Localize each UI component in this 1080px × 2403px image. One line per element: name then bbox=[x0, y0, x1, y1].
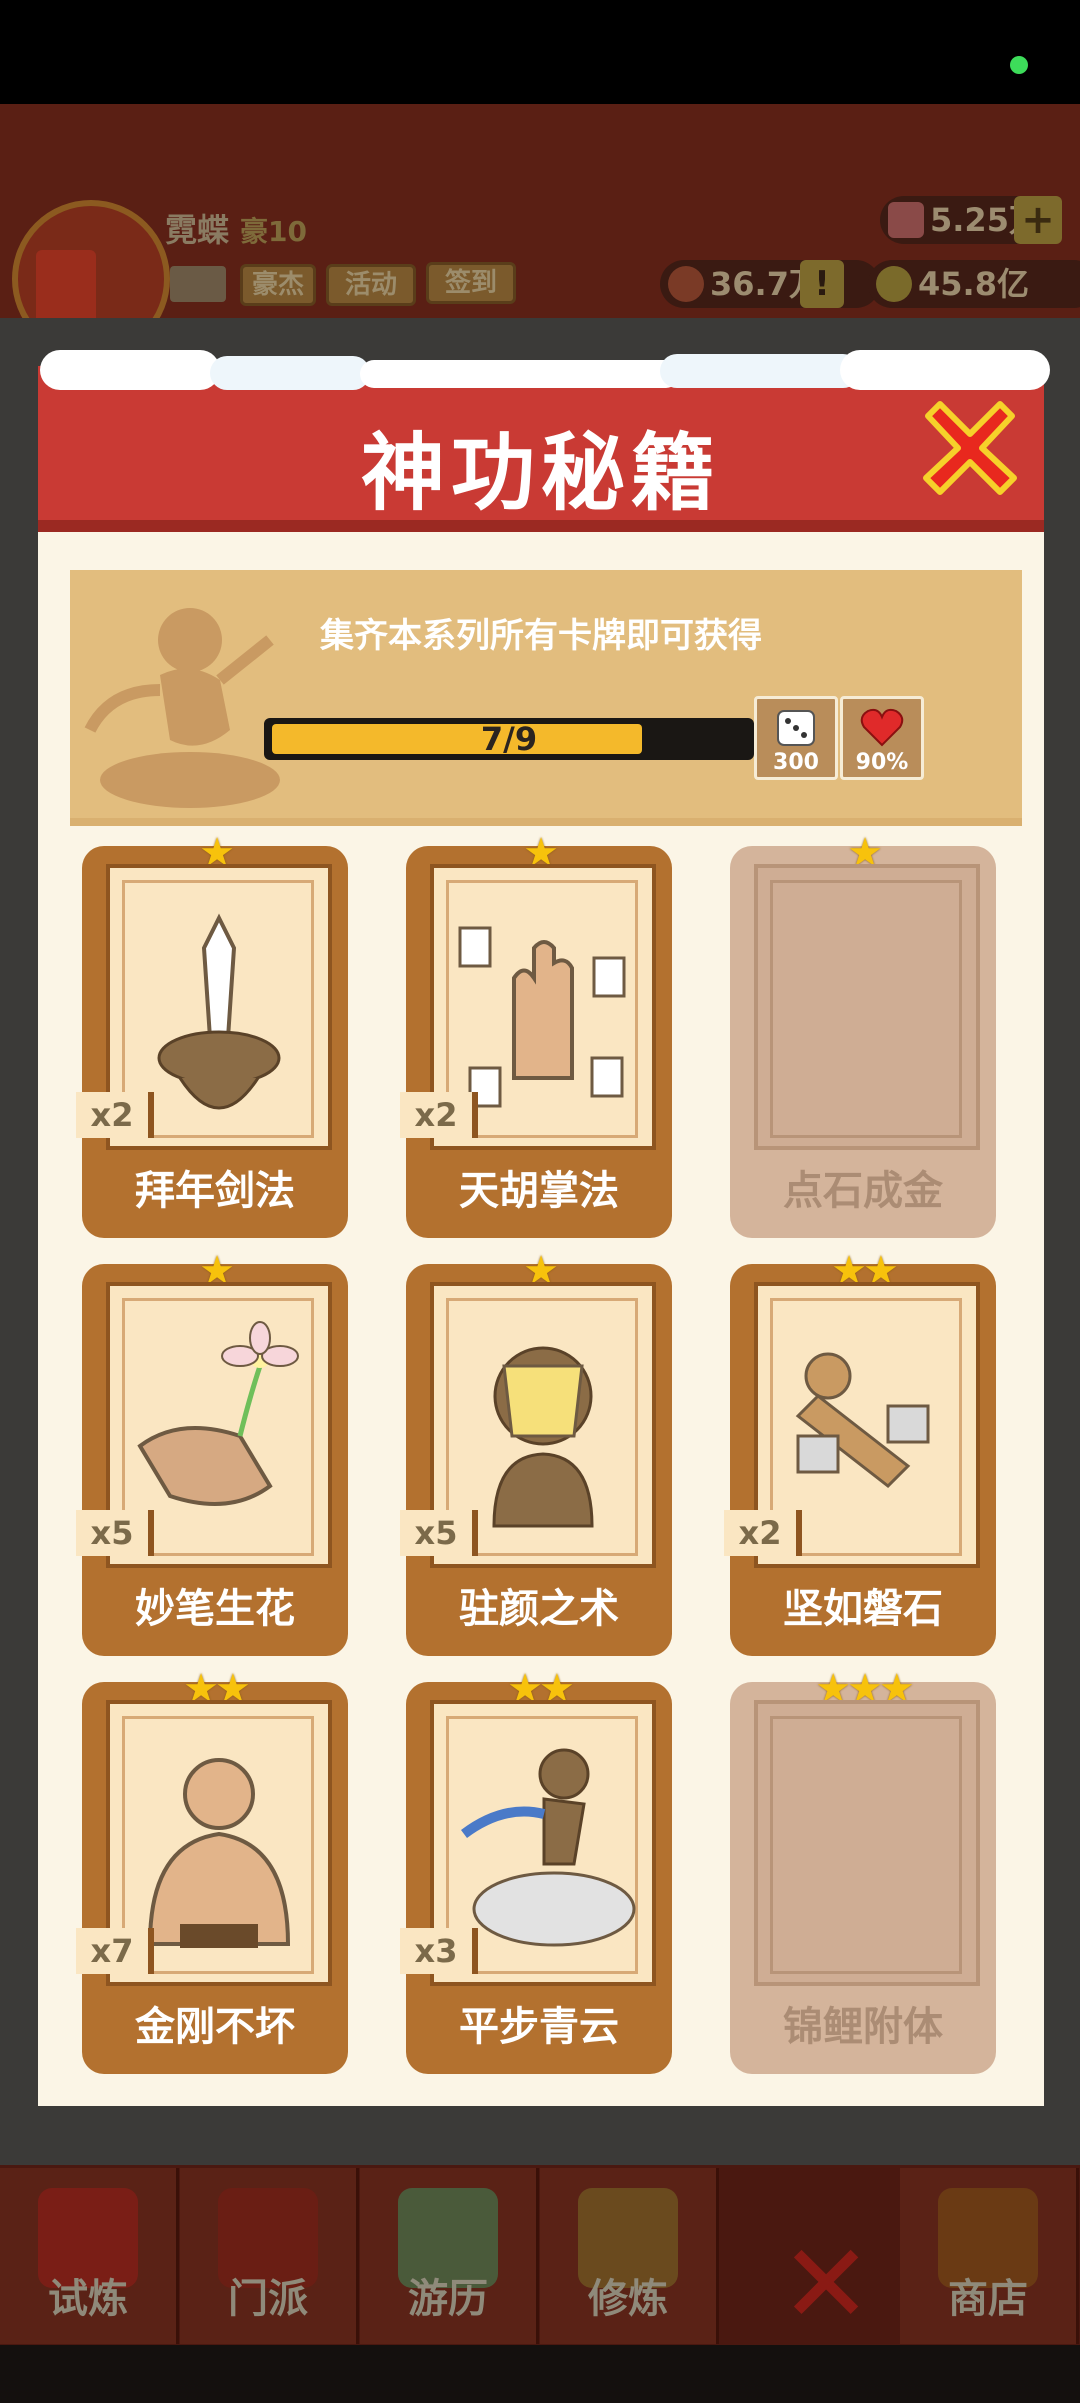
add-gems-button[interactable]: + bbox=[1014, 196, 1062, 244]
status-indicator-dot bbox=[1010, 56, 1028, 74]
rank-button[interactable]: 豪杰 bbox=[240, 264, 316, 306]
player-rank: 豪10 bbox=[240, 215, 307, 248]
card-frame bbox=[754, 1700, 980, 1986]
nav-label: 游历 bbox=[408, 2276, 488, 2322]
card-jianru-panshi[interactable]: ★★ x2 坚如磐石 bbox=[724, 1248, 996, 1656]
power-balance: 36.7万 bbox=[660, 260, 880, 308]
player-name: 霓蝶 bbox=[165, 211, 230, 249]
card-count: x5 bbox=[400, 1510, 478, 1556]
card-count: x2 bbox=[76, 1092, 154, 1138]
card-jingang-buhuai[interactable]: ★★ x7 金刚不坏 bbox=[76, 1666, 348, 2074]
nav-label: 修炼 bbox=[588, 2276, 668, 2322]
snow-decoration bbox=[40, 350, 220, 390]
card-tianhu-palm[interactable]: ★ x2 天胡掌法 bbox=[400, 830, 672, 1238]
nav-label: 试炼 bbox=[48, 2276, 128, 2322]
system-nav-bar bbox=[0, 2345, 1080, 2403]
reward-heart[interactable]: 90% bbox=[840, 696, 924, 780]
reward-dice[interactable]: 300 bbox=[754, 696, 838, 780]
nav-label: 门派 bbox=[228, 2276, 308, 2322]
close-icon bbox=[923, 401, 1017, 495]
card-title: 拜年剑法 bbox=[135, 1168, 295, 1214]
nav-item-shop[interactable]: 商店 bbox=[900, 2168, 1079, 2344]
reward-label: 90% bbox=[855, 750, 909, 775]
gold-coin-icon bbox=[876, 266, 912, 302]
modal-title: 神功秘籍 bbox=[360, 424, 721, 522]
snow-decoration bbox=[210, 356, 370, 390]
card-count: x3 bbox=[400, 1928, 478, 1974]
signin-button[interactable]: 签到 bbox=[426, 262, 516, 304]
nav-item-sect[interactable]: 门派 bbox=[180, 2168, 359, 2344]
nav-label: 商店 bbox=[948, 2276, 1028, 2322]
gem-icon bbox=[888, 202, 924, 238]
dice-icon bbox=[777, 710, 815, 746]
card-count: x5 bbox=[76, 1510, 154, 1556]
status-bar bbox=[0, 0, 1080, 104]
nav-item-travel[interactable]: 游历 bbox=[360, 2168, 539, 2344]
card-title: 天胡掌法 bbox=[459, 1168, 619, 1214]
nav-item-cultivate[interactable]: 修炼 bbox=[540, 2168, 719, 2344]
card-miaobi-shenghua[interactable]: ★ x5 妙笔生花 bbox=[76, 1248, 348, 1656]
snow-decoration bbox=[840, 350, 1050, 390]
card-border bbox=[770, 880, 962, 1138]
card-title: 妙笔生花 bbox=[135, 1586, 295, 1632]
nav-item-trial[interactable]: 试炼 bbox=[0, 2168, 179, 2344]
card-title: 坚如磐石 bbox=[783, 1586, 943, 1632]
card-frame bbox=[754, 864, 980, 1150]
card-pingbu-qingyun[interactable]: ★★ x3 平步青云 bbox=[400, 1666, 672, 2074]
snow-decoration bbox=[360, 360, 680, 388]
power-icon bbox=[668, 266, 704, 302]
card-border bbox=[770, 1716, 962, 1974]
reward-label: 300 bbox=[773, 750, 819, 775]
alert-button[interactable]: ! bbox=[800, 260, 844, 308]
card-title: 锦鲤附体 bbox=[783, 2004, 943, 2050]
mail-icon[interactable] bbox=[170, 266, 226, 302]
gold-balance: 45.8亿 bbox=[868, 260, 1080, 308]
card-zhuyan-zhishu[interactable]: ★ x5 驻颜之术 bbox=[400, 1248, 672, 1656]
card-title: 驻颜之术 bbox=[459, 1586, 619, 1632]
banner-text: 集齐本系列所有卡牌即可获得 bbox=[320, 616, 762, 656]
heart-icon bbox=[860, 708, 904, 747]
card-title: 点石成金 bbox=[783, 1168, 943, 1214]
close-button[interactable] bbox=[918, 396, 1022, 500]
snow-decoration bbox=[660, 354, 860, 388]
activity-button[interactable]: 活动 bbox=[326, 264, 416, 306]
card-bainian-sword[interactable]: ★ x2 拜年剑法 bbox=[76, 830, 348, 1238]
close-icon[interactable]: ✕ bbox=[780, 2220, 872, 2348]
card-title: 平步青云 bbox=[459, 2004, 619, 2050]
card-count: x2 bbox=[724, 1510, 802, 1556]
card-count: x2 bbox=[400, 1092, 478, 1138]
card-jinli-futi[interactable]: ★★★ 锦鲤附体 bbox=[730, 1666, 996, 2074]
gold-value: 45.8亿 bbox=[918, 265, 1029, 303]
card-count: x7 bbox=[76, 1928, 154, 1974]
progress-text: 7/9 bbox=[480, 720, 538, 758]
card-dianshi-chengjin[interactable]: ★ 点石成金 bbox=[730, 830, 996, 1238]
card-title: 金刚不坏 bbox=[135, 2004, 295, 2050]
